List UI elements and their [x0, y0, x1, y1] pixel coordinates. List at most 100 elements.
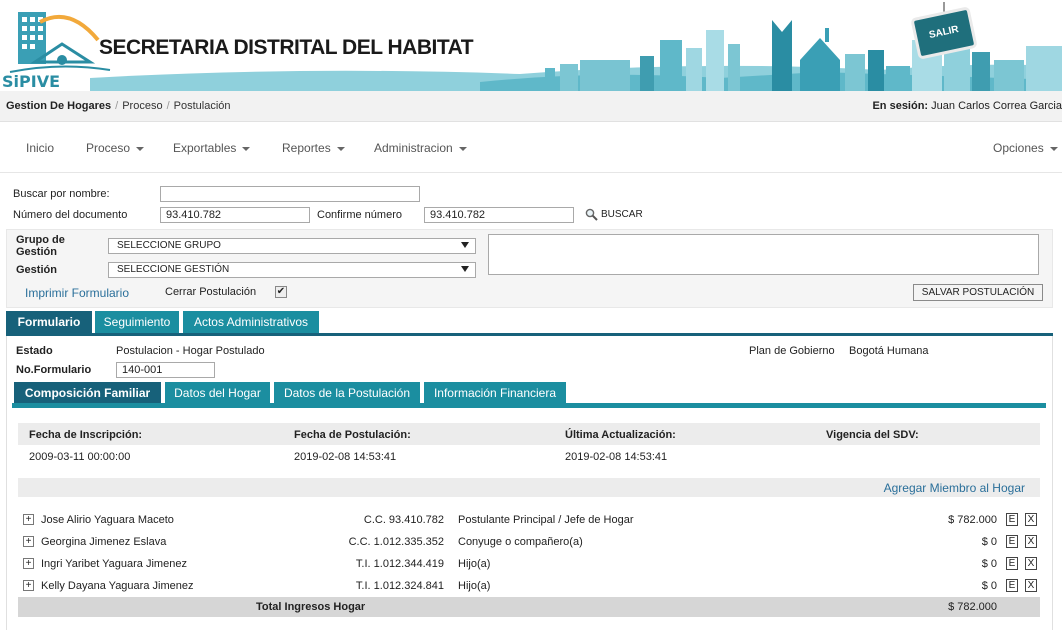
caret-down-icon: [136, 146, 145, 151]
breadcrumb-bar: Gestion De Hogares / Proceso / Postulación E…: [0, 91, 1062, 122]
vigencia-sdv-label: Vigencia del SDV:: [826, 429, 919, 441]
expand-icon[interactable]: +: [23, 580, 34, 591]
edit-member-button[interactable]: E: [1006, 579, 1018, 592]
tab-formulario[interactable]: Formulario: [6, 311, 92, 333]
grupo-select-value: SELECCIONE GRUPO: [117, 240, 221, 251]
grupo-gestion-label: Grupo de Gestión: [16, 234, 65, 258]
member-relation: Postulante Principal / Jefe de Hogar: [458, 514, 634, 526]
sipive-logo: SiPIVE: [2, 72, 60, 91]
dropdown-arrow-icon: [461, 266, 469, 272]
member-document: C.C. 1.012.335.352: [348, 536, 444, 548]
delete-member-button[interactable]: X: [1025, 513, 1037, 526]
member-name: Ingri Yaribet Yaguara Jimenez: [41, 558, 187, 570]
nav-item-administracion[interactable]: Administracion: [374, 141, 467, 155]
caret-down-icon: [1049, 146, 1058, 151]
gestion-label: Gestión: [16, 264, 57, 276]
fechas-box: Fecha de Inscripción: Fecha de Postulaci…: [18, 423, 1040, 475]
total-ingresos-bar: Total Ingresos Hogar $ 782.000: [18, 597, 1040, 617]
dropdown-arrow-icon: [461, 242, 469, 248]
main-nav: Inicio Proceso Exportables Reportes Admi…: [0, 123, 1062, 173]
member-name: Georgina Jimenez Eslava: [41, 536, 167, 548]
subtab-underline: [12, 403, 1046, 408]
member-relation: Hijo(a): [458, 580, 491, 592]
member-income: $ 0: [981, 536, 997, 548]
plan-gobierno-value: Bogotá Humana: [849, 345, 929, 357]
breadcrumb-item-gestion[interactable]: Gestion De Hogares: [6, 100, 111, 112]
session-user: Juan Carlos Correa Garcia: [931, 100, 1062, 112]
agregar-miembro-bar: Agregar Miembro al Hogar: [18, 478, 1040, 497]
estado-label: Estado: [16, 345, 53, 357]
member-name: Jose Alirio Yaguara Maceto: [41, 514, 174, 526]
table-row: + Kelly Dayana Yaguara Jimenez T.I. 1.01…: [18, 576, 1040, 598]
confirm-number-input[interactable]: [424, 207, 574, 223]
nav-item-proceso[interactable]: Proceso: [86, 141, 145, 155]
observaciones-textarea[interactable]: [488, 234, 1039, 275]
nav-item-reportes[interactable]: Reportes: [282, 141, 345, 155]
edit-member-button[interactable]: E: [1006, 535, 1018, 548]
member-income: $ 0: [981, 558, 997, 570]
grupo-select[interactable]: SELECCIONE GRUPO: [108, 238, 476, 254]
expand-icon[interactable]: +: [23, 558, 34, 569]
tab-actos-administrativos[interactable]: Actos Administrativos: [183, 311, 319, 333]
member-income: $ 0: [981, 580, 997, 592]
site-title: SECRETARIA DISTRITAL DEL HABITAT: [99, 36, 474, 59]
member-document: T.I. 1.012.324.841: [355, 580, 444, 592]
plan-gobierno-label: Plan de Gobierno: [749, 345, 835, 357]
expand-icon[interactable]: +: [23, 536, 34, 547]
fecha-postulacion-value: 2019-02-08 14:53:41: [294, 451, 397, 463]
buscar-label: BUSCAR: [601, 209, 643, 220]
doc-number-label: Número del documento: [13, 209, 128, 221]
salvar-postulacion-button[interactable]: SALVAR POSTULACIÓN: [913, 284, 1043, 301]
edit-member-button[interactable]: E: [1006, 513, 1018, 526]
fecha-inscripcion-label: Fecha de Inscripción:: [29, 429, 143, 441]
session-label: En sesión:: [872, 100, 929, 112]
no-formulario-label: No.Formulario: [16, 364, 92, 376]
cerrar-postulacion-checkbox[interactable]: ✔: [275, 286, 287, 298]
total-ingresos-value: $ 782.000: [948, 601, 997, 613]
subtab-datos-postulacion[interactable]: Datos de la Postulación: [274, 382, 420, 404]
agregar-miembro-link[interactable]: Agregar Miembro al Hogar: [884, 481, 1025, 495]
tab-seguimiento[interactable]: Seguimiento: [95, 311, 179, 333]
fecha-inscripcion-value: 2009-03-11 00:00:00: [29, 451, 131, 463]
caret-down-icon: [336, 146, 345, 151]
delete-member-button[interactable]: X: [1025, 579, 1037, 592]
cerrar-postulacion-label: Cerrar Postulación: [165, 286, 257, 298]
nav-item-inicio[interactable]: Inicio: [26, 141, 54, 155]
doc-number-input[interactable]: [160, 207, 310, 223]
subtab-composicion-familiar[interactable]: Composición Familiar: [14, 382, 161, 404]
buscar-button[interactable]: BUSCAR: [585, 208, 643, 221]
member-relation: Hijo(a): [458, 558, 491, 570]
table-row: + Jose Alirio Yaguara Maceto C.C. 93.410…: [18, 510, 1040, 532]
nav-item-opciones[interactable]: Opciones: [993, 141, 1058, 155]
table-row: + Ingri Yaribet Yaguara Jimenez T.I. 1.0…: [18, 554, 1040, 576]
caret-down-icon: [458, 146, 467, 151]
table-row: + Georgina Jimenez Eslava C.C. 1.012.335…: [18, 532, 1040, 554]
breadcrumb-item-postulacion: Postulación: [173, 100, 231, 112]
member-document: T.I. 1.012.344.419: [355, 558, 444, 570]
session-info: En sesión: Juan Carlos Correa Garcia: [872, 100, 1062, 112]
estado-value: Postulacion - Hogar Postulado: [116, 345, 265, 357]
expand-icon[interactable]: +: [23, 514, 34, 525]
subtab-datos-hogar[interactable]: Datos del Hogar: [165, 382, 270, 404]
delete-member-button[interactable]: X: [1025, 557, 1037, 570]
subtab-informacion-financiera[interactable]: Información Financiera: [424, 382, 566, 404]
magnifier-icon: [585, 208, 598, 221]
header-banner: SiPIVE SECRETARIA DISTRITAL DEL HABITAT …: [0, 0, 1062, 91]
delete-member-button[interactable]: X: [1025, 535, 1037, 548]
member-relation: Conyuge o compañero(a): [458, 536, 583, 548]
ultima-actualizacion-label: Última Actualización:: [565, 429, 676, 441]
confirm-number-label: Confirme número: [317, 209, 402, 221]
search-name-input[interactable]: [160, 186, 420, 202]
member-name: Kelly Dayana Yaguara Jimenez: [41, 580, 194, 592]
breadcrumb: Gestion De Hogares / Proceso / Postulación: [6, 100, 231, 112]
nav-item-exportables[interactable]: Exportables: [173, 141, 251, 155]
edit-member-button[interactable]: E: [1006, 557, 1018, 570]
breadcrumb-item-proceso[interactable]: Proceso: [122, 100, 162, 112]
ultima-actualizacion-value: 2019-02-08 14:53:41: [565, 451, 668, 463]
gestion-select[interactable]: SELECCIONE GESTIÓN: [108, 262, 476, 278]
no-formulario-input[interactable]: [116, 362, 215, 378]
member-income: $ 782.000: [948, 514, 997, 526]
imprimir-formulario-link[interactable]: Imprimir Formulario: [25, 286, 129, 300]
member-document: C.C. 93.410.782: [363, 514, 444, 526]
search-name-label: Buscar por nombre:: [13, 188, 110, 200]
